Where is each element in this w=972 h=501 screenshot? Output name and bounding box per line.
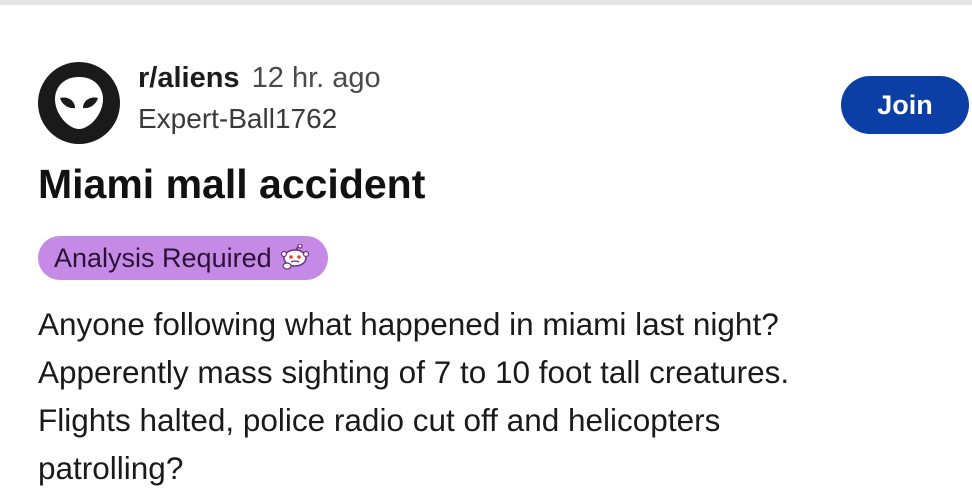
top-divider: [0, 0, 972, 5]
alien-head-icon: [55, 77, 103, 129]
body-line: patrolling?: [38, 450, 184, 486]
post-meta: r/aliens 12 hr. ago Expert-Ball1762: [138, 64, 381, 133]
post-time: 12 hr. ago: [251, 62, 381, 94]
post-title[interactable]: Miami mall accident: [38, 160, 425, 209]
join-button[interactable]: Join: [841, 76, 969, 134]
flair-label: Analysis Required: [54, 242, 272, 273]
body-line: Apperently mass sighting of 7 to 10 foot…: [38, 354, 790, 390]
author-link[interactable]: Expert-Ball1762: [138, 105, 381, 133]
subreddit-link[interactable]: r/aliens: [138, 62, 240, 94]
flair-badge[interactable]: Analysis Required: [38, 236, 328, 280]
snoo-thinking-icon: [280, 244, 310, 272]
body-line: Anyone following what happened in miami …: [38, 306, 779, 342]
reddit-post-card: r/aliens 12 hr. ago Expert-Ball1762 Join…: [0, 0, 972, 501]
subreddit-avatar[interactable]: [38, 62, 120, 144]
body-line: Flights halted, police radio cut off and…: [38, 402, 721, 438]
post-body: Anyone following what happened in miami …: [38, 300, 958, 492]
